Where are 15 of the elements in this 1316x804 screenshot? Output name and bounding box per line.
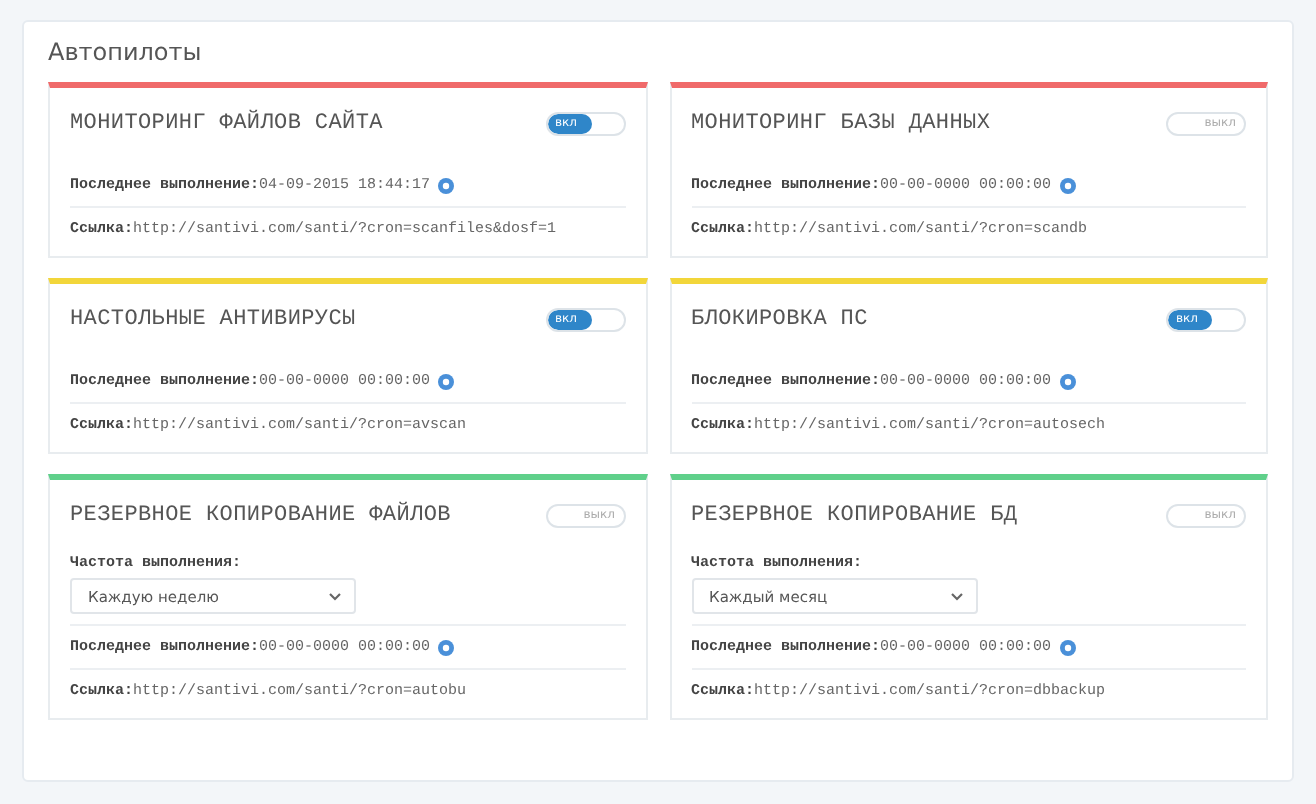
card-title: НАСТОЛЬНЫЕ АНТИВИРУСЫ	[70, 308, 356, 332]
card-title: МОНИТОРИНГ БАЗЫ ДАННЫХ	[691, 112, 991, 136]
panel-title: Автопилоты	[48, 38, 204, 66]
card-title: МОНИТОРИНГ ФАЙЛОВ САЙТА	[70, 112, 383, 136]
card-title: БЛОКИРОВКА ПС	[691, 308, 868, 332]
info-icon[interactable]	[1059, 177, 1076, 193]
info-icon[interactable]	[438, 373, 455, 389]
info-icon[interactable]	[438, 177, 455, 193]
card-title: РЕЗЕРВНОЕ КОПИРОВАНИЕ БД	[691, 504, 1018, 528]
card-title: РЕЗЕРВНОЕ КОПИРОВАНИЕ ФАЙЛОВ	[70, 504, 451, 528]
chevron-icon	[949, 591, 963, 601]
chevron-icon	[328, 591, 342, 601]
info-icon[interactable]	[1059, 373, 1076, 389]
info-icon[interactable]	[1059, 639, 1076, 655]
info-icon[interactable]	[438, 639, 455, 655]
